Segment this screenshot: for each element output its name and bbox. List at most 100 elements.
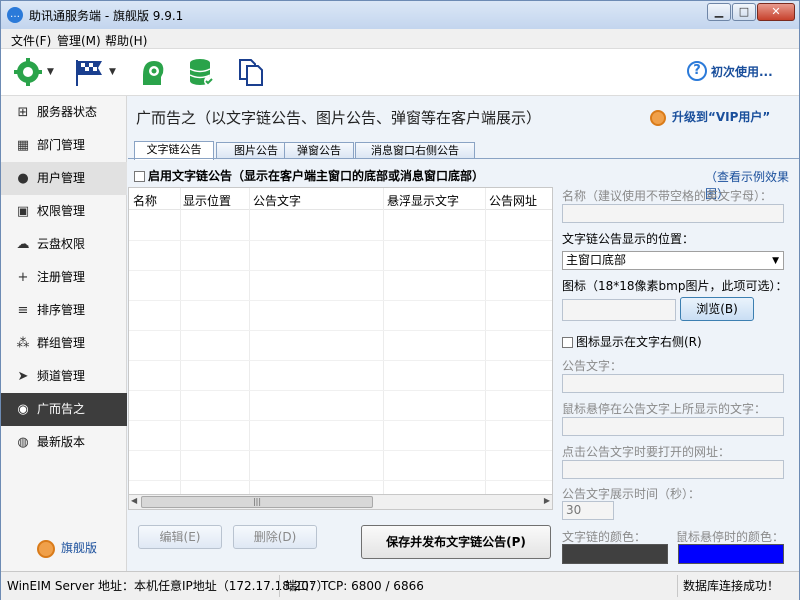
port-status: 端口：TCP: 6800 / 6866 [285,579,424,593]
sidebar-item-label: 排序管理 [37,303,86,317]
status-divider [279,575,280,597]
upgrade-label: 升级到“VIP用户” [672,110,771,124]
sidebar-item-sorting[interactable]: ≡ 排序管理 [1,294,127,327]
sidebar-item-label: 注册管理 [37,270,86,284]
sidebar-item-registration[interactable]: + 注册管理 [1,261,127,294]
position-select[interactable]: 主窗口底部 ▼ [562,251,784,270]
menu-file[interactable]: 文件(F) [11,32,51,49]
sidebar-item-label: 用户管理 [37,171,86,185]
user-icon: ● [17,171,29,186]
announcements-table[interactable]: 名称 显示位置 公告文字 悬浮显示文字 公告网址 [128,187,553,495]
column-header[interactable]: 公告网址 [489,192,537,209]
column-header[interactable]: 悬浮显示文字 [387,192,459,209]
save-publish-button[interactable]: 保存并发布文字链公告(P) [361,525,551,559]
duration-field[interactable]: 30 [562,501,614,520]
sidebar-item-cloud[interactable]: ☁ 云盘权限 [1,228,127,261]
url-label: 点击公告文字时要打开的网址： [562,445,731,459]
grid-line [129,450,552,451]
sidebar-item-server-status[interactable]: ⊞ 服务器状态 [1,96,127,129]
position-label: 文字链公告显示的位置： [562,232,695,246]
hover-text-field[interactable] [562,417,784,436]
pointer-icon: ➤ [17,369,29,384]
enable-text-link-checkbox[interactable]: 启用文字链公告（显示在客户端主窗口的底部或消息窗口底部） [134,167,484,184]
text-color-label: 文字链的颜色： [562,530,647,544]
icon-path-field[interactable] [562,299,676,321]
text-color-swatch[interactable] [562,544,668,564]
sidebar-item-label: 部门管理 [37,138,86,152]
tab-popup[interactable]: 弹窗公告 [284,142,354,159]
user-settings-icon[interactable] [139,57,167,87]
horizontal-scrollbar[interactable]: ◀ ||| ▶ [128,495,553,510]
icon-right-label: 图标显示在文字右侧(R) [576,335,702,349]
pin-icon: ◉ [17,402,29,417]
title-bar: … 助讯通服务端 - 旗舰版 9.9.1 ▁ □ ✕ [1,1,799,29]
url-field[interactable] [562,460,784,479]
database-icon[interactable] [187,57,215,87]
server-icon: ⊞ [17,105,29,120]
scroll-left-icon[interactable]: ◀ [131,496,137,505]
lock-icon: ▣ [16,204,30,219]
scroll-right-icon[interactable]: ▶ [544,496,550,505]
grid-line [485,188,486,494]
grid-line [129,420,552,421]
chat-icon: ◍ [17,435,29,450]
chevron-down-icon[interactable]: ▼ [47,67,54,77]
hover-color-swatch[interactable] [678,544,784,564]
menu-manage[interactable]: 管理(M) [57,32,101,49]
maximize-button[interactable]: □ [732,3,756,21]
sidebar-item-label: 最新版本 [37,435,86,449]
help-button[interactable]: ? 初次使用... [687,61,773,81]
edit-button[interactable]: 编辑(E) [138,525,222,549]
status-divider [677,575,678,597]
sidebar-item-announcements[interactable]: ◉ 广而告之 [1,393,127,426]
grid-line [129,360,552,361]
hover-color-label: 鼠标悬停时的颜色： [676,530,785,544]
help-label: 初次使用... [711,64,773,79]
grid-line [129,240,552,241]
name-field[interactable] [562,204,784,223]
group-icon: ⁂ [16,336,30,351]
checkbox-box[interactable] [134,171,145,182]
chevron-down-icon[interactable]: ▼ [109,67,116,77]
announcement-text-field[interactable] [562,374,784,393]
sort-icon: ≡ [17,303,29,318]
sidebar-item-users[interactable]: ● 用户管理 [1,162,127,195]
checkered-flag-icon[interactable] [73,57,105,87]
main-panel: 广而告之（以文字链公告、图片公告、弹窗等在客户端展示） 升级到“VIP用户” 文… [128,96,799,571]
grid-line [129,390,552,391]
grid-line [129,330,552,331]
scroll-thumb[interactable]: ||| [141,496,373,508]
delete-button[interactable]: 删除(D) [233,525,317,549]
checkbox-box[interactable] [562,337,573,348]
duration-label: 公告文字展示时间（秒）： [562,487,701,501]
browse-button[interactable]: 浏览(B) [680,297,754,321]
upgrade-vip-link[interactable]: 升级到“VIP用户” [650,108,770,126]
sidebar-item-groups[interactable]: ⁂ 群组管理 [1,327,127,360]
help-question-icon: ? [687,61,707,81]
copy-documents-icon[interactable] [237,57,265,87]
column-header[interactable]: 显示位置 [183,192,231,209]
column-header[interactable]: 名称 [133,192,157,209]
table-header: 名称 显示位置 公告文字 悬浮显示文字 公告网址 [129,188,552,210]
sidebar: ⊞ 服务器状态 ▦ 部门管理 ● 用户管理 ▣ 权限管理 ☁ 云盘权限 + 注册管理 ≡ 排序… [1,96,127,571]
chevron-down-icon: ▼ [772,256,779,266]
sidebar-item-label: 权限管理 [37,204,86,218]
menu-help[interactable]: 帮助(H) [105,32,147,49]
sidebar-item-latest-version[interactable]: ◍ 最新版本 [1,426,127,459]
close-button[interactable]: ✕ [757,3,795,21]
menu-bar: 文件(F) 管理(M) 帮助(H) [1,29,799,49]
edition-label: 旗舰版 [61,541,98,555]
icon-right-checkbox[interactable]: 图标显示在文字右侧(R) [562,333,702,350]
minimize-button[interactable]: ▁ [707,3,731,21]
edition-badge: 旗舰版 [37,539,97,558]
toolbar: ▼ ▼ ? 初次使用... [1,49,799,96]
column-header[interactable]: 公告文字 [253,192,301,209]
page-title: 广而告之（以文字链公告、图片公告、弹窗等在客户端展示） [136,109,542,127]
grid-line [129,300,552,301]
settings-gear-icon[interactable] [13,57,43,87]
enable-label: 启用文字链公告（显示在客户端主窗口的底部或消息窗口底部） [148,169,485,183]
sidebar-item-channels[interactable]: ➤ 频道管理 [1,360,127,393]
sidebar-item-departments[interactable]: ▦ 部门管理 [1,129,127,162]
tab-message-right[interactable]: 消息窗口右侧公告 [355,142,475,159]
sidebar-item-permissions[interactable]: ▣ 权限管理 [1,195,127,228]
